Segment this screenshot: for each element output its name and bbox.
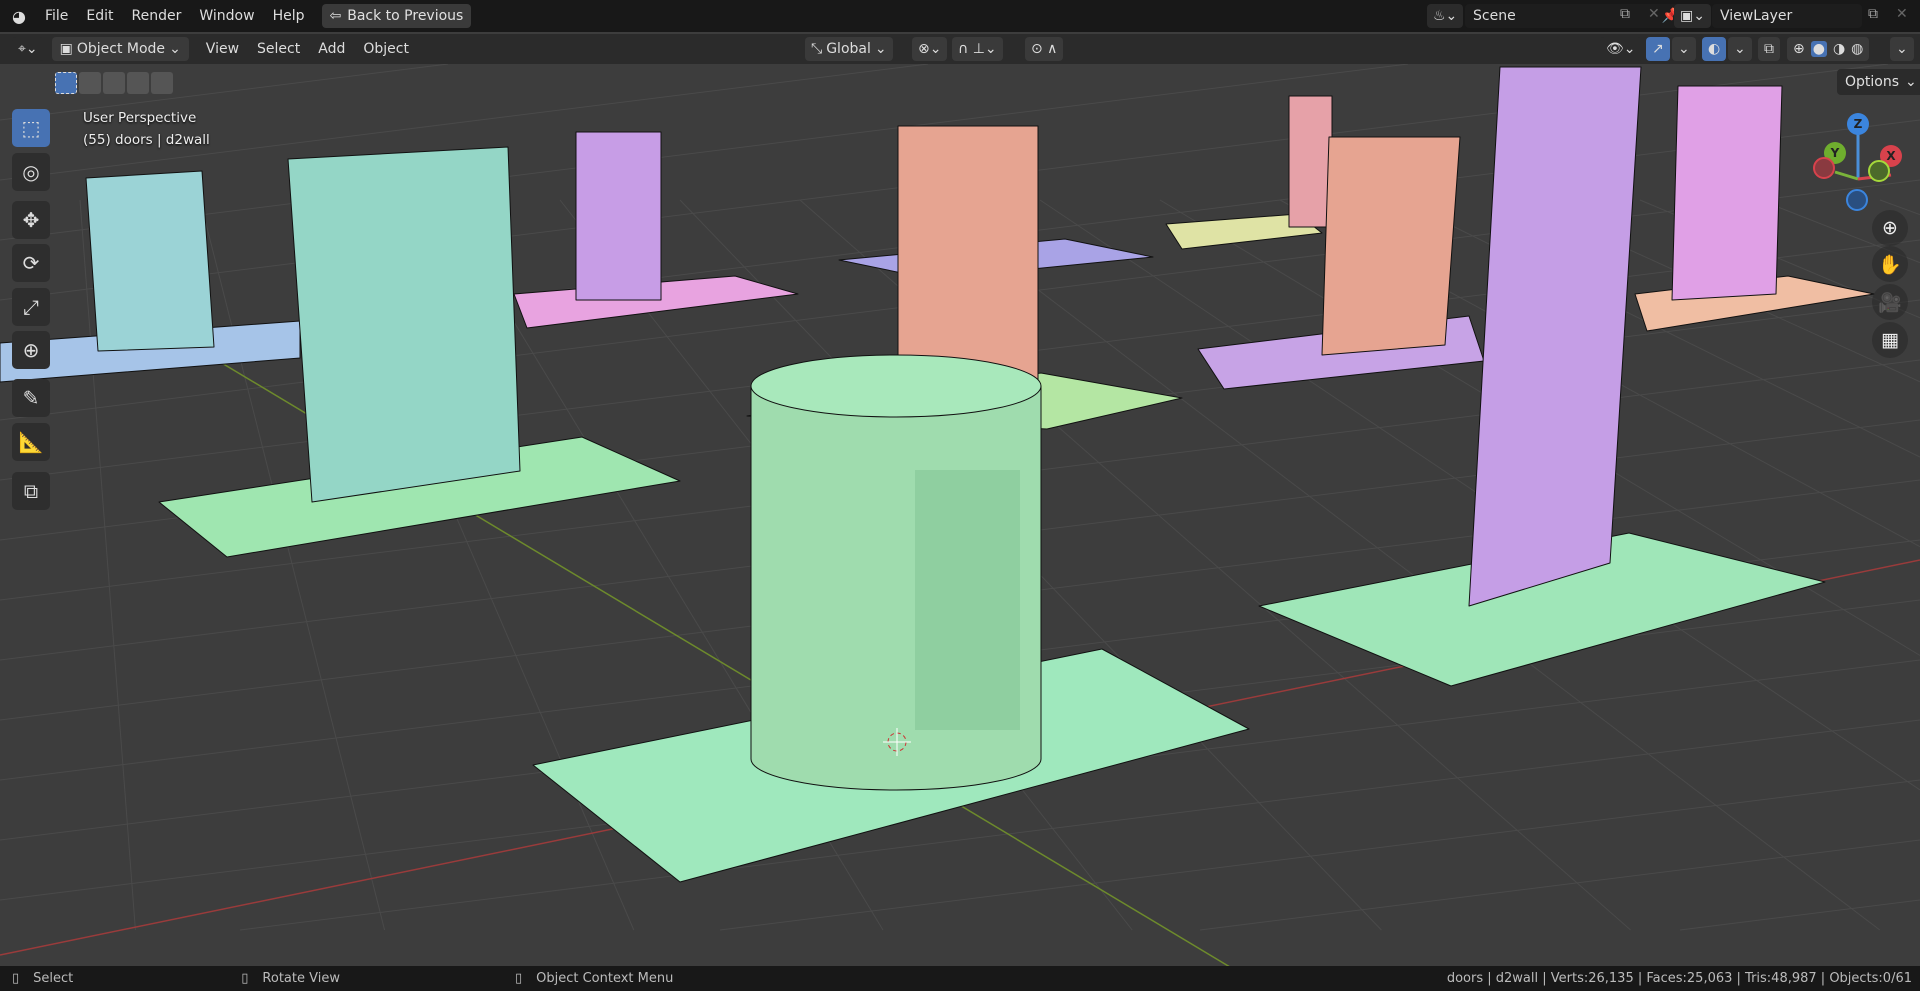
hint-context-menu: Object Context Menu — [536, 971, 674, 986]
pivot-point-icon[interactable]: ⊗⌄ — [912, 37, 948, 61]
xray-icon[interactable]: ⧉ — [1758, 37, 1780, 61]
3d-viewport[interactable]: User Perspective (55) doors | d2wall ⬚ ◎… — [0, 64, 1920, 966]
gizmo-dropdown-icon[interactable]: ⌄ — [1672, 37, 1696, 61]
hint-select: Select — [33, 971, 74, 986]
menu-help[interactable]: Help — [264, 8, 314, 24]
menu-object[interactable]: Object — [354, 41, 418, 57]
select-box-tool-icon[interactable]: ⬚ — [12, 109, 50, 147]
menu-view[interactable]: View — [197, 41, 248, 57]
chevron-down-icon: ⌄ — [1905, 74, 1917, 90]
gizmo-neg-x[interactable] — [1813, 157, 1835, 179]
back-to-previous-button[interactable]: ⇦ Back to Previous — [321, 4, 472, 28]
orientation-dropdown[interactable]: ⤡ Global ⌄ — [805, 37, 893, 61]
mode-dropdown[interactable]: ▣ Object Mode ⌄ — [51, 37, 189, 61]
blender-logo-icon[interactable]: ◕ — [0, 7, 36, 26]
camera-icon[interactable]: 🎥 — [1872, 284, 1908, 320]
chevron-down-icon: ⌄ — [874, 41, 887, 57]
purple-small-door — [575, 131, 662, 301]
mouse-right-icon: ▯ — [514, 971, 523, 986]
view-perspective-label: User Perspective — [83, 110, 197, 126]
scale-tool-icon[interactable]: ⤢ — [12, 288, 50, 326]
grid-line — [1679, 899, 1920, 931]
gizmo-z-axis[interactable]: Z — [1847, 113, 1869, 135]
teal-double-door — [287, 146, 521, 503]
menu-window[interactable]: Window — [190, 8, 263, 24]
select-extend-icon[interactable] — [79, 72, 101, 94]
cursor-tool-icon[interactable]: ◎ — [12, 153, 50, 191]
chevron-down-icon: ⌄ — [169, 41, 181, 57]
purple-tall-door — [1468, 66, 1642, 607]
orange-double-door — [1321, 136, 1461, 356]
top-bar: ◕ File Edit Render Window Help ⇦ Back to … — [0, 0, 1920, 32]
object-mode-icon: ▣ — [59, 41, 73, 57]
selection-mode-group — [55, 72, 173, 94]
delete-scene-icon[interactable]: ✕ — [1648, 6, 1660, 22]
options-label: Options — [1845, 74, 1900, 90]
scene-name: Scene — [1473, 8, 1516, 24]
pink-small-door — [1288, 95, 1333, 228]
viewlayer-icon[interactable]: ▣⌄ — [1674, 4, 1711, 28]
snap-icon[interactable]: ∩ ⊥⌄ — [952, 37, 1003, 61]
orange-door — [897, 125, 1039, 381]
scene-render — [0, 64, 1920, 966]
status-bar: ▯ Select ▯ Rotate View ▯ Object Context … — [0, 966, 1920, 991]
menu-add[interactable]: Add — [309, 41, 354, 57]
back-label: Back to Previous — [347, 8, 464, 24]
mouse-left-icon: ▯ — [12, 971, 20, 986]
ortho-grid-icon[interactable]: ▦ — [1872, 322, 1908, 358]
wireframe-shading-icon[interactable]: ⊕ — [1793, 41, 1805, 57]
zoom-icon[interactable]: ⊕ — [1872, 210, 1908, 246]
viewlayer-field[interactable]: ViewLayer — [1712, 4, 1862, 28]
select-invert-icon[interactable] — [127, 72, 149, 94]
options-button[interactable]: Options ⌄ — [1837, 69, 1920, 95]
select-subtract-icon[interactable] — [103, 72, 125, 94]
orientation-label: Global — [826, 41, 871, 57]
menu-file[interactable]: File — [36, 8, 77, 24]
active-object-label: (55) doors | d2wall — [83, 132, 210, 148]
back-screen-icon: ⇦ — [329, 8, 342, 24]
mode-label: Object Mode — [76, 41, 166, 57]
editor-type-icon[interactable]: ⌖⌄ — [12, 37, 44, 61]
measure-tool-icon[interactable]: 📐 — [12, 423, 50, 461]
menu-select[interactable]: Select — [248, 41, 309, 57]
move-tool-icon[interactable]: ✥ — [12, 201, 50, 239]
visibility-icon[interactable]: 👁⌄ — [1600, 37, 1642, 61]
material-shading-icon[interactable]: ◑ — [1833, 41, 1845, 57]
rendered-shading-icon[interactable]: ◍ — [1851, 41, 1863, 57]
new-viewlayer-icon[interactable]: ⧉ — [1868, 6, 1878, 22]
gizmo-neg-z[interactable] — [1846, 189, 1868, 211]
viewport-header: ⌖⌄ ▣ Object Mode ⌄ View Select Add Object … — [0, 34, 1920, 64]
shading-dropdown-icon[interactable]: ⌄ — [1890, 37, 1914, 61]
delete-viewlayer-icon[interactable]: ✕ — [1896, 6, 1908, 22]
grid-line — [0, 64, 1409, 241]
pan-hand-icon[interactable]: ✋ — [1872, 246, 1908, 282]
gizmo-neg-y[interactable] — [1868, 160, 1890, 182]
rotate-tool-icon[interactable]: ⟳ — [12, 244, 50, 282]
select-intersect-icon[interactable] — [151, 72, 173, 94]
add-cube-tool-icon[interactable]: ⧉ — [12, 472, 50, 510]
scene-type-icon[interactable]: ♨⌄ — [1427, 4, 1464, 28]
new-scene-icon[interactable]: ⧉ — [1620, 6, 1630, 22]
transform-tool-icon[interactable]: ⊕ — [12, 331, 50, 369]
door-opening — [915, 470, 1020, 730]
menu-edit[interactable]: Edit — [77, 8, 122, 24]
proportional-edit-icon[interactable]: ⊙ ∧ — [1025, 37, 1064, 61]
select-new-icon[interactable] — [55, 72, 77, 94]
hint-rotate-view: Rotate View — [262, 971, 340, 986]
cylinder-top — [750, 354, 1042, 418]
lightblue-door — [85, 170, 215, 352]
solid-shading-icon[interactable]: ● — [1810, 41, 1827, 57]
gizmo-toggle-icon[interactable]: ↗ — [1646, 37, 1670, 61]
overlays-dropdown-icon[interactable]: ⌄ — [1728, 37, 1752, 61]
overlays-icon[interactable]: ◐ — [1702, 37, 1727, 61]
mouse-middle-icon: ▯ — [241, 971, 249, 986]
menu-render[interactable]: Render — [123, 8, 191, 24]
pink-double-door — [1671, 85, 1783, 301]
shading-modes: ⊕ ● ◑ ◍ — [1787, 37, 1870, 61]
orientation-icon: ⤡ — [811, 41, 823, 57]
scene-statistics: doors | d2wall | Verts:26,135 | Faces:25… — [1446, 971, 1912, 986]
annotate-tool-icon[interactable]: ✎ — [12, 379, 50, 417]
viewlayer-name: ViewLayer — [1720, 8, 1793, 24]
